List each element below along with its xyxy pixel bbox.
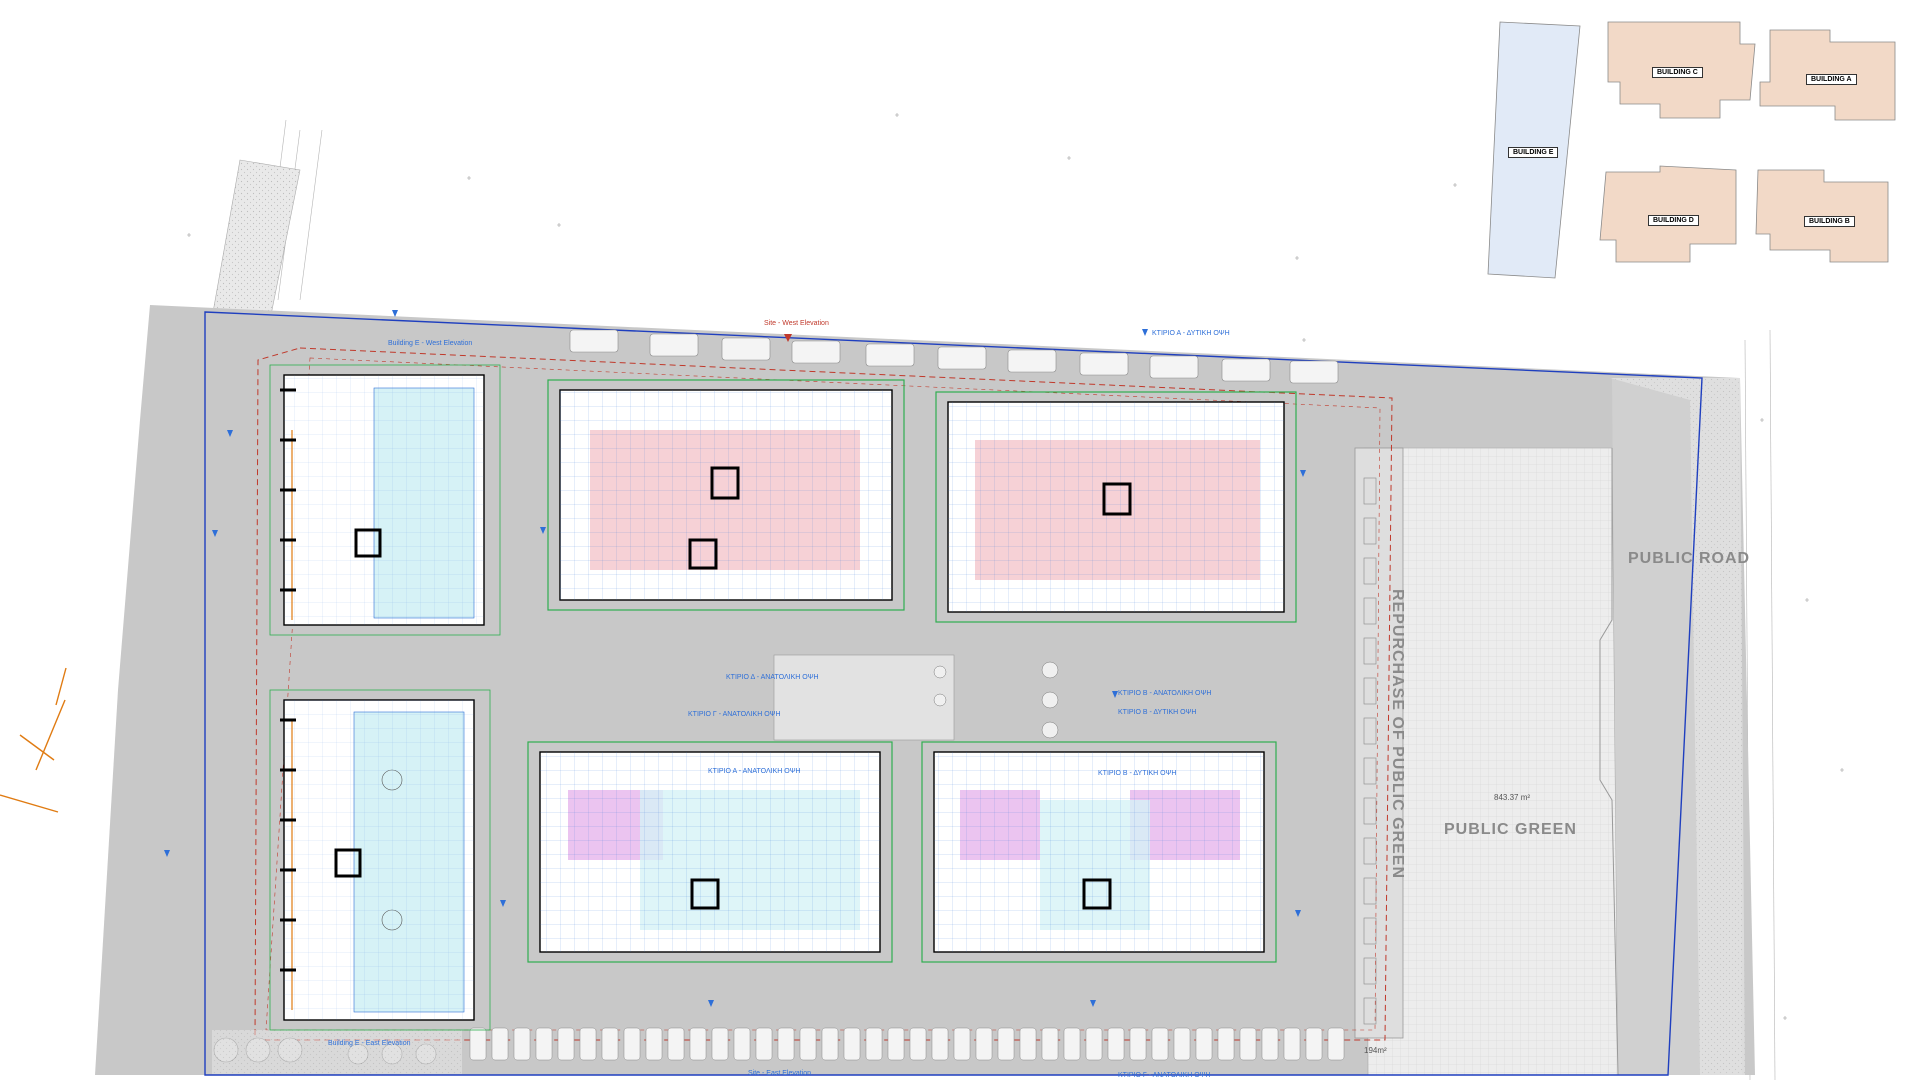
courtyard <box>773 654 955 741</box>
parking-stall <box>843 1027 861 1061</box>
parking-stall <box>645 1027 663 1061</box>
annotation-top-1: ΚΤΙΡΙΟ Α - ΔΥΤΙΚΗ ΟΨΗ <box>1152 330 1230 337</box>
annotation-west-strip: Building E - East Elevation <box>328 1040 411 1047</box>
key-building-a-label: BUILDING A <box>1806 74 1857 85</box>
building-block-sw <box>527 741 893 963</box>
parking-stall <box>623 1027 641 1061</box>
parking-stall <box>491 1027 509 1061</box>
bottom-left-plaza <box>212 1030 462 1074</box>
parking-stall <box>931 1027 949 1061</box>
parking-stall <box>975 1027 993 1061</box>
parking-stall <box>777 1027 795 1061</box>
site-plan-drawing <box>0 21 1896 1080</box>
parking-stall <box>1151 1027 1169 1061</box>
annotation-mid-2: ΚΤΙΡΙΟ Δ - ΑΝΑΤΟΛΙΚΗ ΟΨΗ <box>726 674 819 681</box>
annotation-top-2: Building E - West Elevation <box>388 340 473 347</box>
parking-stall <box>667 1027 685 1061</box>
parking-stall <box>1239 1027 1257 1061</box>
public-green-label: PUBLIC GREEN <box>1444 821 1577 838</box>
key-building-c-label: BUILDING C <box>1652 67 1703 78</box>
parking-stall <box>1063 1027 1081 1061</box>
annotation-mid-1: ΚΤΙΡΙΟ Γ - ΑΝΑΤΟΛΙΚΗ ΟΨΗ <box>688 711 781 718</box>
annotation-low-2: ΚΤΙΡΙΟ Β - ΔΥΤΙΚΗ ΟΨΗ <box>1098 770 1177 777</box>
north-elevation-label: Site - West Elevation <box>764 320 829 327</box>
parking-stall <box>579 1027 597 1061</box>
key-building-e-label: BUILDING E <box>1508 147 1559 158</box>
parking-stall <box>733 1027 751 1061</box>
parking-stall <box>601 1027 619 1061</box>
parking-stall <box>557 1027 575 1061</box>
parking-stall <box>1195 1027 1213 1061</box>
parking-stall <box>997 1027 1015 1061</box>
annotation-low-1: ΚΤΙΡΙΟ Α - ΑΝΑΤΟΛΙΚΗ ΟΨΗ <box>708 768 801 775</box>
parking-stall <box>953 1027 971 1061</box>
corner-area-value: 194m² <box>1364 1046 1387 1055</box>
parking-stall <box>1327 1027 1345 1061</box>
parking-stall <box>1305 1027 1323 1061</box>
orange-marks <box>0 667 67 813</box>
parking-stall <box>865 1027 883 1061</box>
key-building-d-label: BUILDING D <box>1648 215 1699 226</box>
parking-stall <box>1129 1027 1147 1061</box>
parking-stall <box>1217 1027 1235 1061</box>
parking-stall <box>755 1027 773 1061</box>
parking-stall <box>689 1027 707 1061</box>
building-block-nw <box>547 379 905 611</box>
parking-stall <box>469 1027 487 1061</box>
annotation-mid-4: ΚΤΙΡΙΟ Β - ΔΥΤΙΚΗ ΟΨΗ <box>1118 709 1197 716</box>
parking-stall <box>799 1027 817 1061</box>
building-block-ne <box>935 391 1297 623</box>
key-building-d-shape <box>1599 165 1737 263</box>
parking-stall <box>1041 1027 1059 1061</box>
parking-stall <box>1261 1027 1279 1061</box>
key-building-b-label: BUILDING B <box>1804 216 1855 227</box>
west-dotted-strip <box>211 159 301 321</box>
annotation-bottom: ΚΤΙΡΙΟ Γ - ΑΝΑΤΟΛΙΚΗ ΟΨΗ <box>1118 1072 1211 1079</box>
parking-stall <box>535 1027 553 1061</box>
parking-stall <box>1085 1027 1103 1061</box>
green-area-value: 843.37 m² <box>1494 793 1531 802</box>
parking-stall <box>513 1027 531 1061</box>
parking-stall <box>1173 1027 1191 1061</box>
parking-stall <box>711 1027 729 1061</box>
parking-stall <box>909 1027 927 1061</box>
parking-stall <box>821 1027 839 1061</box>
south-elevation-label: Site - East Elevation <box>748 1070 812 1077</box>
parking-stall <box>1107 1027 1125 1061</box>
public-road-label: PUBLIC ROAD <box>1628 550 1751 567</box>
repurchase-label: REPURCHASE OF PUBLIC GREEN <box>1389 588 1407 880</box>
parking-stall <box>887 1027 905 1061</box>
parking-stall <box>1019 1027 1037 1061</box>
annotation-mid-3: ΚΤΙΡΙΟ Β - ΑΝΑΤΟΛΙΚΗ ΟΨΗ <box>1118 690 1212 697</box>
parking-stall <box>1283 1027 1301 1061</box>
